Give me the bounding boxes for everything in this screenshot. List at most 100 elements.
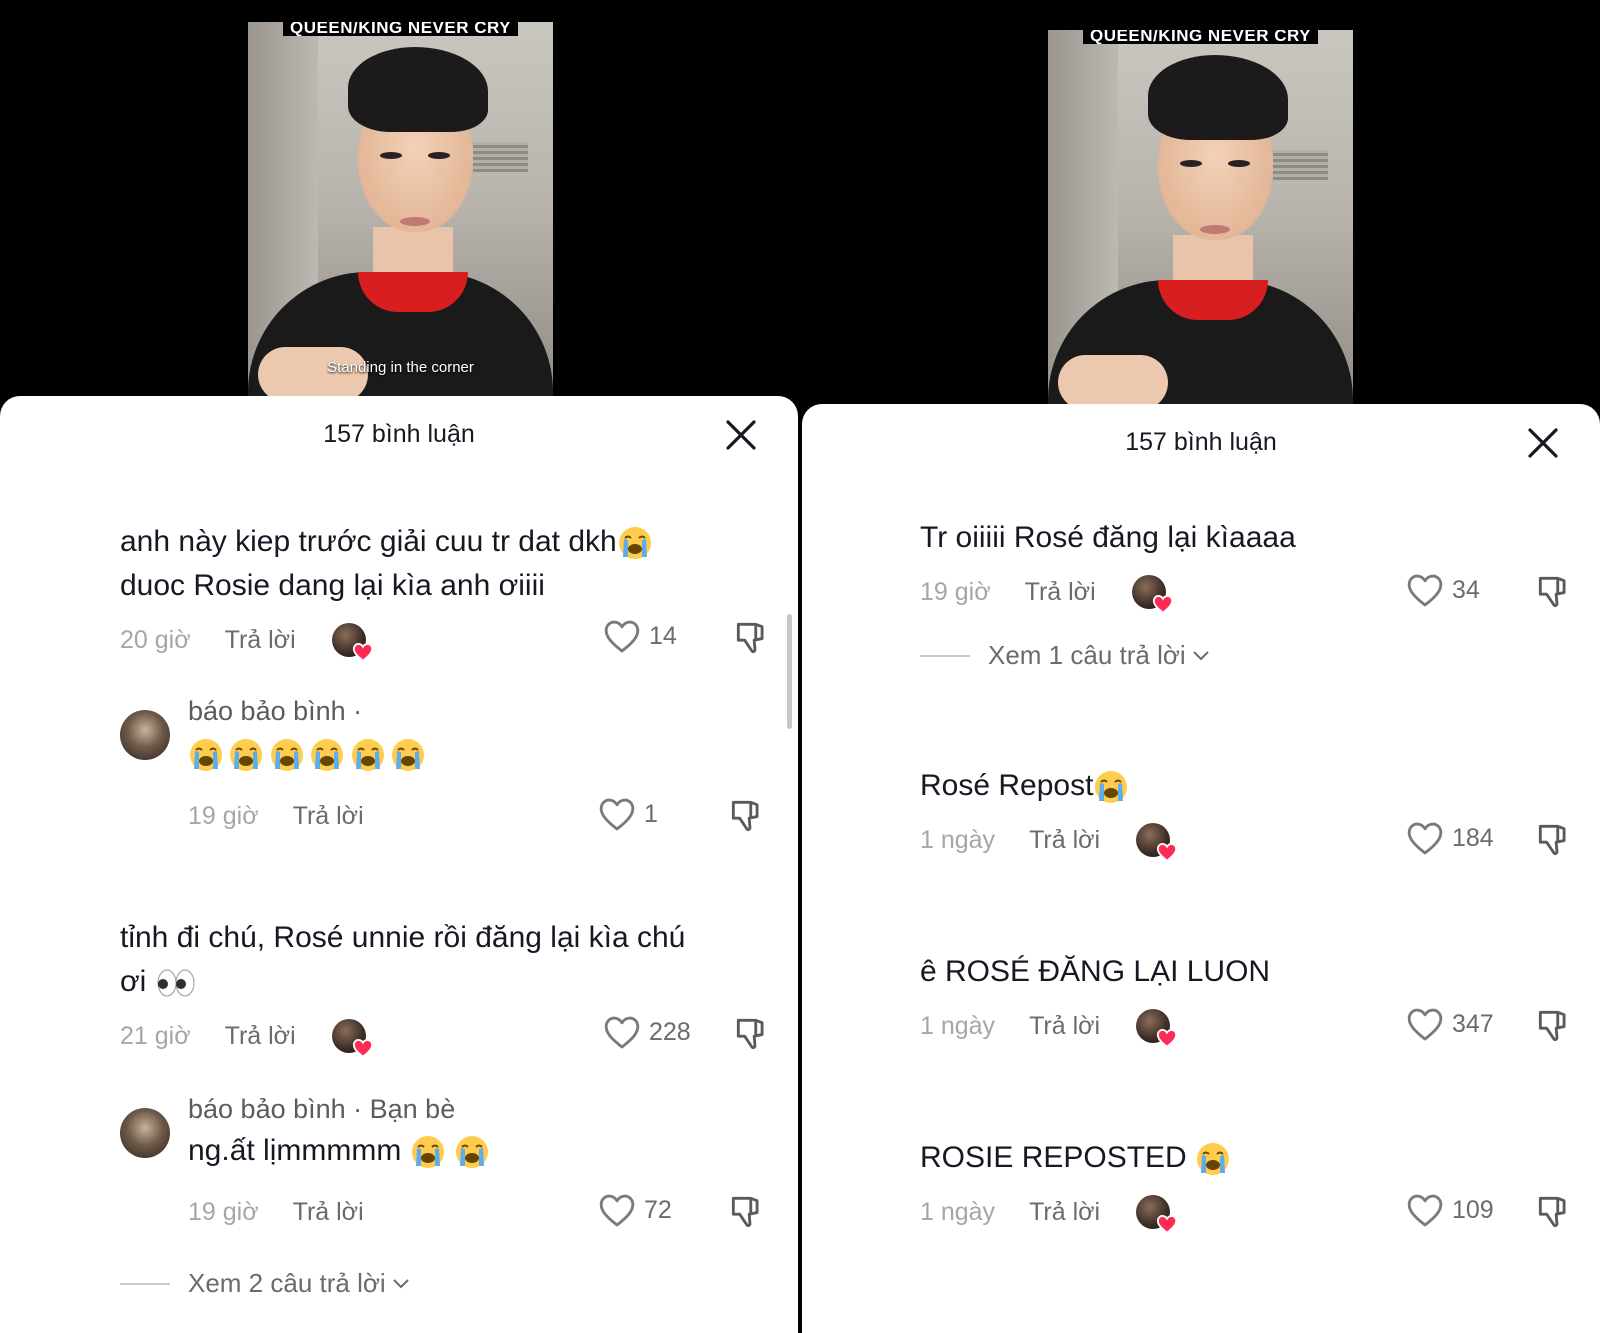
reply-button[interactable]: Trả lời	[225, 1022, 296, 1051]
video-person-mouth	[400, 217, 430, 226]
right-screenshot: QUEEN/KING NEVER CRY 157 bình luận Tr oi…	[802, 0, 1600, 1333]
view-replies-button[interactable]: Xem 1 câu trả lời	[920, 640, 1210, 671]
like-button[interactable]: 109	[1406, 1192, 1494, 1228]
comment-meta: 20 giờ Trả lời	[120, 620, 366, 660]
video-person-eye	[380, 152, 402, 159]
like-count: 14	[649, 621, 677, 650]
dislike-button[interactable]	[1534, 1006, 1572, 1044]
reply-button[interactable]: Trả lời	[1025, 578, 1096, 607]
reply-button[interactable]: Trả lời	[1029, 1198, 1100, 1227]
like-button[interactable]: 14	[603, 618, 677, 654]
creator-heart-badge-icon	[352, 641, 374, 663]
thumbs-down-icon	[1534, 1006, 1572, 1044]
video-background-vent	[473, 142, 528, 172]
view-replies-button[interactable]: Xem 2 câu trả lời	[120, 1268, 410, 1299]
comment-item: anh này kiep trước giải cuu tr dat dkh d…	[120, 520, 780, 608]
reply-item: báo bảo bình · 19 giờ Trả lời	[188, 696, 748, 830]
reply-button[interactable]: Trả lời	[293, 1198, 364, 1227]
reply-button[interactable]: Trả lời	[293, 802, 364, 831]
loudly-crying-face-emoji	[309, 737, 345, 773]
comment-time: 1 ngày	[920, 825, 996, 854]
comment-text-line: tỉnh đi chú, Rosé unnie rồi đăng lại kìa…	[120, 921, 686, 954]
dislike-button[interactable]	[1534, 572, 1572, 610]
creator-heart-badge-icon	[1156, 841, 1178, 863]
heart-outline-icon	[598, 1192, 636, 1228]
avatar[interactable]	[120, 1108, 170, 1158]
video-preview[interactable]: QUEEN/KING NEVER CRY Standing in the cor…	[248, 22, 553, 422]
chevron-down-icon	[1192, 650, 1210, 662]
reply-button[interactable]: Trả lời	[225, 626, 296, 655]
reply-button[interactable]: Trả lời	[1029, 826, 1100, 855]
reply-item: báo bảo bình · Bạn bè ng.ất lịmmmmm 19 g…	[188, 1094, 748, 1226]
like-count: 72	[644, 1195, 672, 1224]
comment-text-line: Rosé Repost	[920, 769, 1094, 802]
like-button[interactable]: 184	[1406, 820, 1494, 856]
comment-time: 19 giờ	[920, 577, 991, 606]
loudly-crying-face-emoji	[228, 737, 264, 773]
comment-time: 1 ngày	[920, 1011, 996, 1040]
close-icon	[726, 420, 756, 450]
like-button[interactable]: 1	[598, 796, 658, 832]
video-background-vent	[1273, 150, 1328, 180]
dislike-button[interactable]	[727, 796, 765, 834]
comment-text-line: ơi	[120, 965, 147, 998]
like-button[interactable]: 347	[1406, 1006, 1494, 1042]
avatar[interactable]	[120, 710, 170, 760]
comment-meta: 1 ngày Trả lời	[920, 1192, 1170, 1232]
like-button[interactable]: 228	[603, 1014, 691, 1050]
comment-meta: 21 giờ Trả lời	[120, 1016, 366, 1056]
heart-outline-icon	[598, 796, 636, 832]
loudly-crying-face-emoji	[617, 525, 653, 561]
close-button[interactable]	[724, 418, 758, 452]
creator-liked-avatar	[331, 1019, 366, 1053]
comment-item: Tr oiiiii Rosé đăng lại kìaaaa 19 giờ Tr…	[920, 516, 1480, 560]
dislike-button[interactable]	[727, 1192, 765, 1230]
video-person-hair	[1148, 55, 1288, 140]
like-button[interactable]: 34	[1406, 572, 1480, 608]
loudly-crying-face-emoji	[350, 737, 386, 773]
loudly-crying-face-emoji	[1195, 1141, 1231, 1177]
video-title: QUEEN/KING NEVER CRY	[283, 22, 518, 36]
comment-time: 19 giờ	[188, 1197, 259, 1226]
comments-sheet: 157 bình luận anh này kiep trước giải cu…	[0, 396, 798, 1333]
dislike-button[interactable]	[732, 618, 770, 656]
heart-outline-icon	[1406, 1192, 1444, 1228]
eyes-emoji	[157, 969, 195, 997]
comment-meta: 19 giờ Trả lời	[188, 1192, 364, 1232]
close-button[interactable]	[1526, 426, 1560, 460]
video-preview[interactable]: QUEEN/KING NEVER CRY	[1048, 30, 1353, 430]
video-person-mouth	[1200, 225, 1230, 234]
heart-outline-icon	[603, 1014, 641, 1050]
dislike-button[interactable]	[1534, 820, 1572, 858]
comment-text: anh này kiep trước giải cuu tr dat dkh	[120, 520, 780, 564]
like-count: 228	[649, 1017, 691, 1046]
dislike-button[interactable]	[1534, 1192, 1572, 1230]
video-person-hair	[348, 47, 488, 132]
comment-time: 20 giờ	[120, 625, 191, 654]
dislike-button[interactable]	[732, 1014, 770, 1052]
heart-outline-icon	[1406, 572, 1444, 608]
comment-text: Tr oiiiii Rosé đăng lại kìaaaa	[920, 521, 1296, 554]
comment-item: Rosé Repost 1 ngày Trả lời	[920, 764, 1480, 808]
like-button[interactable]: 72	[598, 1192, 672, 1228]
like-count: 1	[644, 799, 658, 828]
view-replies-label: Xem 1 câu trả lời	[988, 640, 1186, 670]
comment-author: báo bảo bình ·	[188, 696, 363, 726]
loudly-crying-face-emoji	[410, 1134, 446, 1170]
loudly-crying-face-emoji	[1093, 769, 1129, 805]
video-person-eye	[1180, 160, 1202, 167]
thumbs-down-icon	[727, 796, 765, 834]
creator-liked-avatar	[1136, 1009, 1170, 1043]
reply-button[interactable]: Trả lời	[1029, 1012, 1100, 1041]
comment-meta: 1 ngày Trả lời	[920, 820, 1170, 860]
heart-outline-icon	[603, 618, 641, 654]
creator-heart-badge-icon	[1152, 593, 1174, 615]
thumbs-down-icon	[1534, 820, 1572, 858]
loudly-crying-face-emoji	[269, 737, 305, 773]
comment-meta: 19 giờ Trả lời	[920, 572, 1166, 612]
scrollbar[interactable]	[787, 614, 792, 729]
loudly-crying-face-emoji	[390, 737, 426, 773]
comment-text-line: duoc Rosie dang lại kìa anh ơiiii	[120, 569, 545, 602]
comment-emoji-row	[188, 737, 748, 773]
comment-time: 1 ngày	[920, 1197, 996, 1226]
